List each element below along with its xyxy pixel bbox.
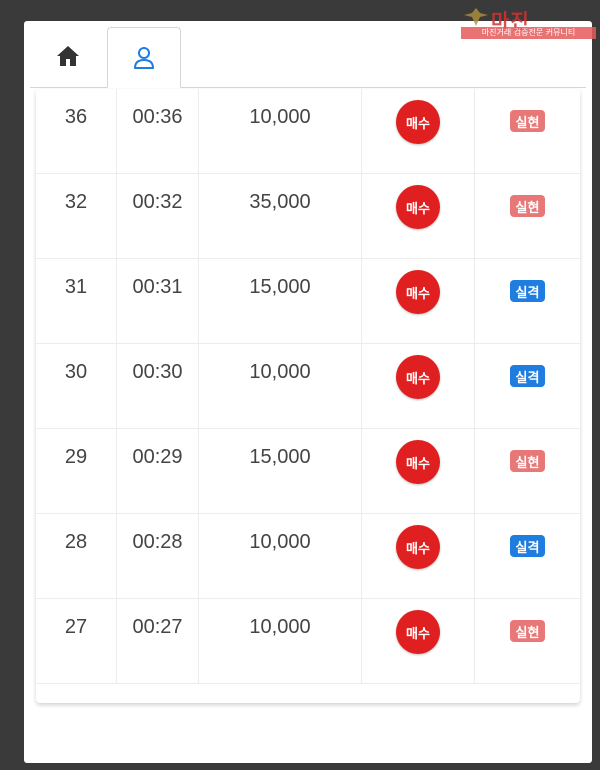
result-badge: 실현 [509, 110, 546, 132]
buy-button[interactable]: 매수 [396, 270, 440, 314]
cell-time: 00:28 [117, 514, 199, 598]
cell-time: 00:30 [117, 344, 199, 428]
cell-number: 32 [36, 174, 117, 258]
cell-number: 31 [36, 259, 117, 343]
row-time: 00:29 [132, 446, 183, 468]
row-amount: 35,000 [249, 191, 311, 213]
result-badge: 실격 [509, 365, 546, 387]
result-badge: 실현 [509, 450, 546, 472]
row-time: 00:30 [132, 361, 183, 383]
row-number: 27 [64, 616, 88, 638]
cell-amount: 15,000 [199, 259, 362, 343]
row-amount: 15,000 [249, 446, 311, 468]
table-row: 30 00:30 10,000 매수 실격 [36, 344, 580, 429]
row-number: 28 [64, 531, 88, 553]
watermark-logo: 마진 마진거래 검증전문 커뮤니티 [461, 5, 596, 39]
buy-button[interactable]: 매수 [396, 185, 440, 229]
row-number: 29 [64, 446, 88, 468]
cell-number: 30 [36, 344, 117, 428]
cell-action: 매수 [362, 429, 475, 513]
row-number: 30 [64, 361, 88, 383]
cell-action: 매수 [362, 89, 475, 173]
trade-history-table: 36 00:36 10,000 매수 실현 32 00:32 35,000 매수… [36, 89, 580, 684]
row-amount: 10,000 [249, 616, 311, 638]
result-badge: 실격 [509, 535, 546, 557]
cell-result: 실현 [475, 429, 580, 513]
cell-action: 매수 [362, 514, 475, 598]
cell-number: 29 [36, 429, 117, 513]
result-badge: 실격 [509, 280, 546, 302]
cell-result: 실현 [475, 599, 580, 683]
buy-button[interactable]: 매수 [396, 610, 440, 654]
row-number: 32 [64, 191, 88, 213]
cell-result: 실현 [475, 174, 580, 258]
cell-number: 36 [36, 89, 117, 173]
watermark-subtitle: 마진거래 검증전문 커뮤니티 [461, 27, 596, 39]
row-time: 00:31 [132, 276, 183, 298]
cell-action: 매수 [362, 344, 475, 428]
cell-time: 00:29 [117, 429, 199, 513]
row-amount: 10,000 [249, 106, 311, 128]
cell-result: 실격 [475, 514, 580, 598]
cell-amount: 10,000 [199, 514, 362, 598]
row-number: 31 [64, 276, 88, 298]
home-icon [57, 46, 79, 66]
row-time: 00:27 [132, 616, 183, 638]
table-row: 28 00:28 10,000 매수 실격 [36, 514, 580, 599]
row-time: 00:36 [132, 106, 183, 128]
table-row: 29 00:29 15,000 매수 실현 [36, 429, 580, 514]
cell-amount: 10,000 [199, 344, 362, 428]
row-amount: 10,000 [249, 531, 311, 553]
row-amount: 10,000 [249, 361, 311, 383]
trade-history-card: 36 00:36 10,000 매수 실현 32 00:32 35,000 매수… [36, 89, 580, 703]
cell-action: 매수 [362, 174, 475, 258]
cell-number: 28 [36, 514, 117, 598]
cell-result: 실격 [475, 344, 580, 428]
buy-button[interactable]: 매수 [396, 100, 440, 144]
result-badge: 실현 [509, 195, 546, 217]
table-row: 32 00:32 35,000 매수 실현 [36, 174, 580, 259]
result-badge: 실현 [509, 620, 546, 642]
cell-amount: 10,000 [199, 599, 362, 683]
table-row: 27 00:27 10,000 매수 실현 [36, 599, 580, 684]
tab-user[interactable] [107, 27, 181, 88]
table-row: 36 00:36 10,000 매수 실현 [36, 89, 580, 174]
cell-amount: 15,000 [199, 429, 362, 513]
user-icon [134, 46, 154, 69]
main-panel: 36 00:36 10,000 매수 실현 32 00:32 35,000 매수… [24, 21, 592, 763]
cell-time: 00:27 [117, 599, 199, 683]
buy-button[interactable]: 매수 [396, 440, 440, 484]
cell-action: 매수 [362, 259, 475, 343]
cell-amount: 10,000 [199, 89, 362, 173]
tab-home[interactable] [32, 27, 104, 85]
buy-button[interactable]: 매수 [396, 355, 440, 399]
cell-action: 매수 [362, 599, 475, 683]
row-number: 36 [64, 106, 88, 128]
cell-amount: 35,000 [199, 174, 362, 258]
cell-result: 실현 [475, 89, 580, 173]
cell-number: 27 [36, 599, 117, 683]
cell-time: 00:31 [117, 259, 199, 343]
cell-time: 00:36 [117, 89, 199, 173]
row-time: 00:28 [132, 531, 183, 553]
cell-time: 00:32 [117, 174, 199, 258]
cell-result: 실격 [475, 259, 580, 343]
row-time: 00:32 [132, 191, 183, 213]
table-row: 31 00:31 15,000 매수 실격 [36, 259, 580, 344]
emblem-icon [464, 8, 488, 26]
row-amount: 15,000 [249, 276, 311, 298]
buy-button[interactable]: 매수 [396, 525, 440, 569]
